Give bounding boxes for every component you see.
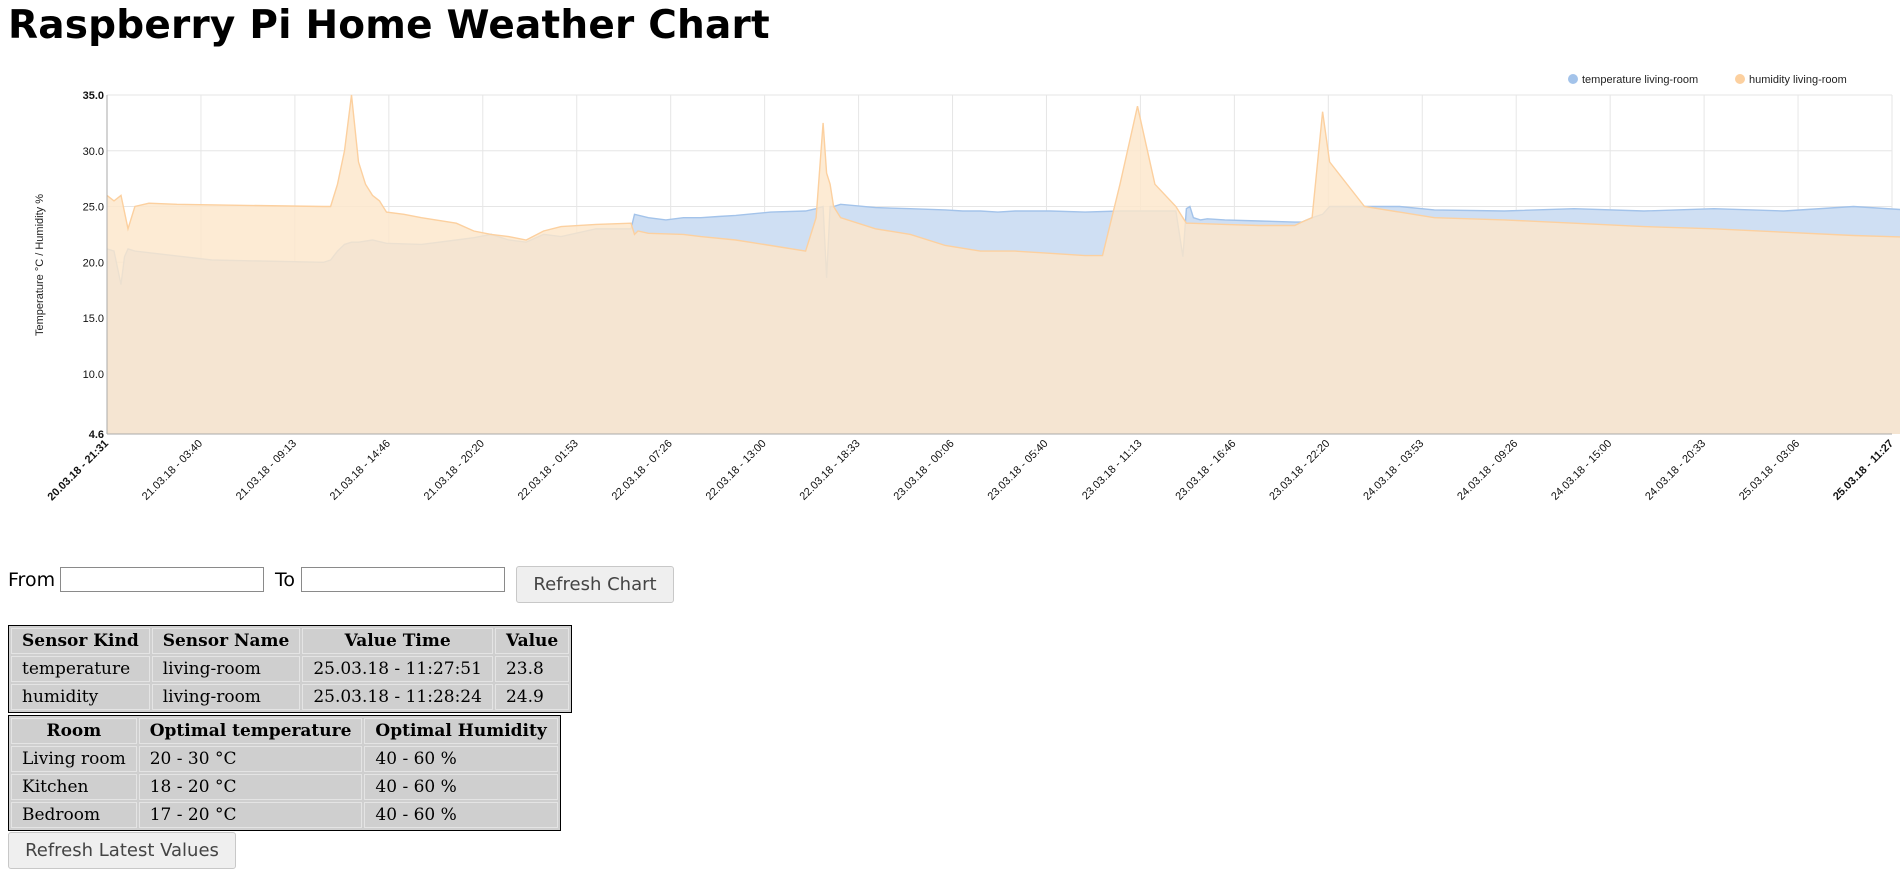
table-cell: 40 - 60 %: [364, 746, 558, 772]
y-tick-label: 15.0: [83, 313, 104, 325]
chart-series: [106, 94, 1900, 434]
table-cell: living-room: [151, 684, 301, 710]
x-tick-label: 23.03.18 - 22:20: [1267, 438, 1332, 503]
x-tick-label: 23.03.18 - 00:06: [892, 438, 957, 503]
x-tick-label: 22.03.18 - 18:33: [798, 438, 863, 503]
y-axis-label: Temperature °C / Humidity %: [34, 194, 46, 336]
x-tick-label: 22.03.18 - 01:53: [516, 438, 581, 503]
table-cell: temperature: [11, 656, 150, 682]
table-cell: 17 - 20 °C: [138, 802, 363, 828]
optimal-values-table: Room Optimal temperature Optimal Humidit…: [8, 715, 561, 831]
legend-swatch: [1568, 74, 1578, 84]
y-tick-label: 30.0: [83, 146, 104, 158]
legend-item: temperature living-room: [1568, 74, 1698, 86]
column-header: Value Time: [302, 628, 493, 654]
column-header: Room: [11, 718, 137, 744]
table-row: humidity living-room 25.03.18 - 11:28:24…: [11, 684, 570, 710]
legend-swatch: [1735, 74, 1745, 84]
table-row: Living room 20 - 30 °C 40 - 60 %: [11, 746, 558, 772]
x-tick-label: 23.03.18 - 16:46: [1173, 438, 1238, 503]
table-cell: 18 - 20 °C: [138, 774, 363, 800]
column-header: Value: [494, 628, 570, 654]
to-date-input[interactable]: [301, 567, 505, 592]
table-cell: 24.9: [494, 684, 570, 710]
table-cell: 25.03.18 - 11:27:51: [302, 656, 493, 682]
y-tick-label: 25.0: [83, 202, 104, 214]
x-tick-label: 21.03.18 - 09:13: [234, 438, 299, 503]
table-cell: 40 - 60 %: [364, 774, 558, 800]
x-tick-label: 23.03.18 - 05:40: [985, 438, 1050, 503]
table-cell: 23.8: [494, 656, 570, 682]
table-cell: Bedroom: [11, 802, 137, 828]
x-tick-label: 24.03.18 - 03:53: [1361, 438, 1426, 503]
y-tick-label: 10.0: [83, 369, 104, 381]
table-row: Bedroom 17 - 20 °C 40 - 60 %: [11, 802, 558, 828]
chart-legend: temperature living-room humidity living-r…: [1568, 74, 1847, 86]
refresh-latest-values-button[interactable]: Refresh Latest Values: [8, 832, 236, 869]
table-cell: 20 - 30 °C: [138, 746, 363, 772]
legend-label: humidity living-room: [1749, 74, 1847, 86]
page-title: Raspberry Pi Home Weather Chart: [8, 3, 770, 48]
x-tick-label: 24.03.18 - 20:33: [1643, 438, 1708, 503]
table-cell: Living room: [11, 746, 137, 772]
x-tick-label: 21.03.18 - 14:46: [328, 438, 393, 503]
from-label: From: [8, 569, 56, 591]
x-tick-label: 22.03.18 - 13:00: [704, 438, 769, 503]
table-row: Kitchen 18 - 20 °C 40 - 60 %: [11, 774, 558, 800]
x-tick-label: 21.03.18 - 03:40: [140, 438, 205, 503]
column-header: Optimal Humidity: [364, 718, 558, 744]
x-tick-label: 25.03.18 - 03:06: [1737, 438, 1802, 503]
x-tick-label: 24.03.18 - 09:26: [1455, 438, 1520, 503]
column-header: Optimal temperature: [138, 718, 363, 744]
table-row: temperature living-room 25.03.18 - 11:27…: [11, 656, 570, 682]
x-tick-label: 20.03.18 - 21:31: [46, 438, 112, 504]
x-tick-label: 23.03.18 - 11:13: [1080, 438, 1145, 503]
column-header: Sensor Kind: [11, 628, 150, 654]
refresh-chart-button[interactable]: Refresh Chart: [516, 566, 674, 603]
table-cell: living-room: [151, 656, 301, 682]
table-cell: 25.03.18 - 11:28:24: [302, 684, 493, 710]
legend-item: humidity living-room: [1735, 74, 1847, 86]
table-header-row: Sensor Kind Sensor Name Value Time Value: [11, 628, 570, 654]
table-cell: humidity: [11, 684, 150, 710]
latest-values-table: Sensor Kind Sensor Name Value Time Value…: [8, 625, 573, 713]
weather-chart: 35.030.025.020.015.010.04.620.03.18 - 21…: [34, 74, 1900, 504]
y-tick-label: 35.0: [83, 90, 104, 102]
y-tick-label: 20.0: [83, 257, 104, 269]
x-tick-label: 24.03.18 - 15:00: [1549, 438, 1614, 503]
from-date-input[interactable]: [60, 567, 264, 592]
to-label: To: [275, 569, 296, 591]
column-header: Sensor Name: [151, 628, 301, 654]
x-tick-label: 25.03.18 - 11:27: [1831, 438, 1896, 503]
table-header-row: Room Optimal temperature Optimal Humidit…: [11, 718, 558, 744]
legend-label: temperature living-room: [1582, 74, 1698, 86]
table-cell: 40 - 60 %: [364, 802, 558, 828]
x-tick-label: 22.03.18 - 07:26: [610, 438, 675, 503]
x-tick-label: 21.03.18 - 20:20: [422, 438, 487, 503]
table-cell: Kitchen: [11, 774, 137, 800]
series-area: [107, 95, 1900, 434]
